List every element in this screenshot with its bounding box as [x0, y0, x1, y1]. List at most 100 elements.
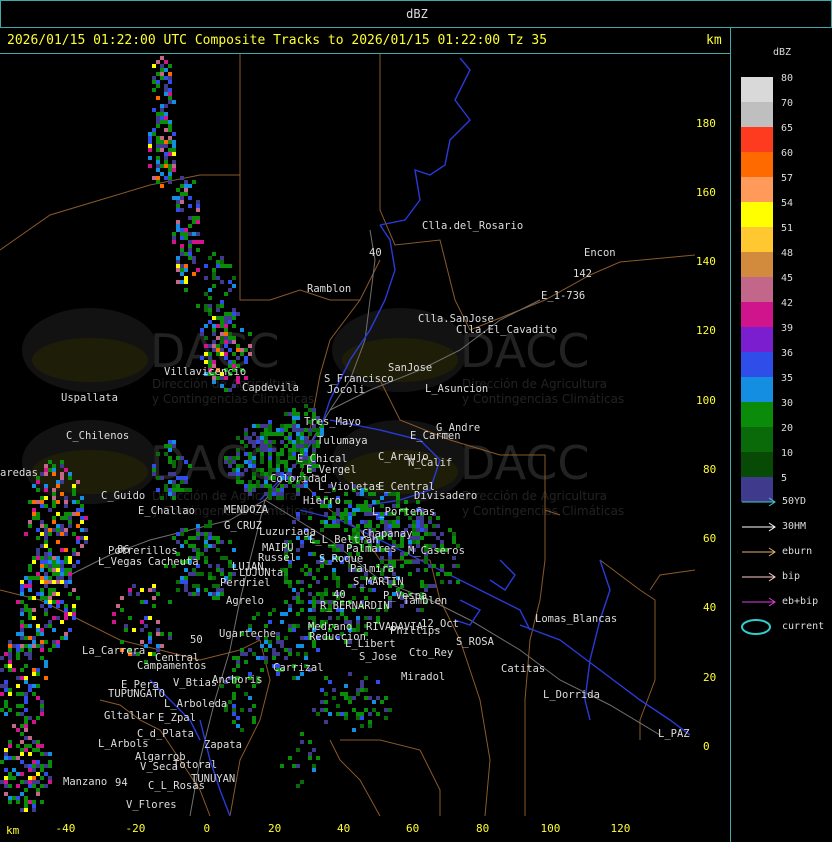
- echo-cell: [212, 316, 216, 320]
- echo-cell: [164, 76, 168, 80]
- echo-cell: [168, 460, 172, 464]
- echo-cell: [28, 764, 32, 768]
- legend-swatch: [741, 277, 773, 302]
- echo-cell: [16, 704, 20, 708]
- echo-cell: [244, 452, 248, 456]
- echo-cell: [168, 92, 172, 96]
- echo-cell: [24, 644, 28, 648]
- echo-cell: [408, 572, 412, 576]
- echo-cell: [208, 256, 212, 260]
- echo-cell: [312, 448, 316, 452]
- echo-cell: [44, 676, 48, 680]
- echo-cell: [280, 640, 284, 644]
- echo-cell: [64, 548, 68, 552]
- place-label: Villavicencio: [164, 366, 246, 378]
- echo-cell: [64, 500, 68, 504]
- echo-cell: [204, 588, 208, 592]
- echo-cell: [64, 636, 68, 640]
- radar-map[interactable]: DACCDirección de Agriculturay Contingenc…: [0, 54, 695, 816]
- echo-cell: [172, 160, 176, 164]
- echo-cell: [448, 572, 452, 576]
- echo-cell: [360, 588, 364, 592]
- place-label: G_CRUZ: [224, 520, 262, 532]
- x-tick-label: 80: [476, 822, 490, 835]
- echo-cell: [80, 508, 84, 512]
- echo-cell: [52, 588, 56, 592]
- y-axis: 180 160 140 120 100 80 60 40 20 0: [695, 54, 730, 816]
- echo-cell: [160, 68, 164, 72]
- echo-cell: [216, 336, 220, 340]
- echo-cell: [28, 688, 32, 692]
- echo-cell: [152, 588, 156, 592]
- echo-cell: [456, 580, 460, 584]
- echo-cell: [284, 428, 288, 432]
- echo-cell: [148, 156, 152, 160]
- echo-cell: [160, 136, 164, 140]
- echo-cell: [236, 344, 240, 348]
- echo-cell: [216, 316, 220, 320]
- echo-cell: [308, 600, 312, 604]
- echo-cell: [184, 180, 188, 184]
- echo-cell: [8, 652, 12, 656]
- echo-cell: [220, 324, 224, 328]
- echo-cell: [160, 112, 164, 116]
- echo-cell: [288, 648, 292, 652]
- echo-cell: [304, 572, 308, 576]
- echo-cell: [292, 588, 296, 592]
- echo-cell: [296, 556, 300, 560]
- echo-cell: [376, 616, 380, 620]
- echo-cell: [176, 220, 180, 224]
- echo-cell: [252, 704, 256, 708]
- echo-cell: [344, 512, 348, 516]
- echo-cell: [272, 648, 276, 652]
- echo-cell: [48, 764, 52, 768]
- echo-cell: [184, 232, 188, 236]
- echo-cell: [164, 84, 168, 88]
- echo-cell: [248, 452, 252, 456]
- echo-cell: [292, 596, 296, 600]
- echo-cell: [40, 524, 44, 528]
- legend-value: 51: [781, 223, 794, 234]
- map-canvas[interactable]: DACCDirección de Agriculturay Contingenc…: [0, 54, 695, 816]
- echo-cell: [72, 484, 76, 488]
- echo-cell: [60, 524, 64, 528]
- echo-cell: [16, 712, 20, 716]
- echo-cell: [320, 592, 324, 596]
- echo-cell: [204, 264, 208, 268]
- legend-value: 35: [781, 373, 794, 384]
- echo-cell: [432, 532, 436, 536]
- echo-cell: [180, 236, 184, 240]
- echo-cell: [212, 592, 216, 596]
- echo-cell: [52, 568, 56, 572]
- echo-cell: [348, 584, 352, 588]
- echo-cell: [32, 804, 36, 808]
- place-label: S_ROSA: [456, 636, 495, 648]
- echo-cell: [32, 512, 36, 516]
- map-header: 2026/01/15 01:22:00 UTC Composite Tracks…: [0, 28, 730, 54]
- echo-cell: [180, 228, 184, 232]
- echo-cell: [68, 512, 72, 516]
- echo-cell: [232, 668, 236, 672]
- echo-cell: [268, 452, 272, 456]
- echo-cell: [212, 596, 216, 600]
- echo-cell: [180, 248, 184, 252]
- echo-cell: [164, 156, 168, 160]
- echo-cell: [48, 604, 52, 608]
- echo-cell: [172, 484, 176, 488]
- echo-cell: [32, 484, 36, 488]
- echo-cell: [204, 344, 208, 348]
- echo-cell: [48, 460, 52, 464]
- echo-cell: [176, 228, 180, 232]
- echo-cell: [0, 780, 4, 784]
- echo-cell: [184, 540, 188, 544]
- echo-cell: [176, 204, 180, 208]
- y-tick-label: 180: [696, 117, 716, 130]
- echo-cell: [184, 460, 188, 464]
- echo-cell: [232, 468, 236, 472]
- echo-cell: [308, 552, 312, 556]
- echo-cell: [60, 516, 64, 520]
- echo-cell: [172, 464, 176, 468]
- echo-cell: [300, 436, 304, 440]
- echo-cell: [176, 268, 180, 272]
- echo-cell: [320, 528, 324, 532]
